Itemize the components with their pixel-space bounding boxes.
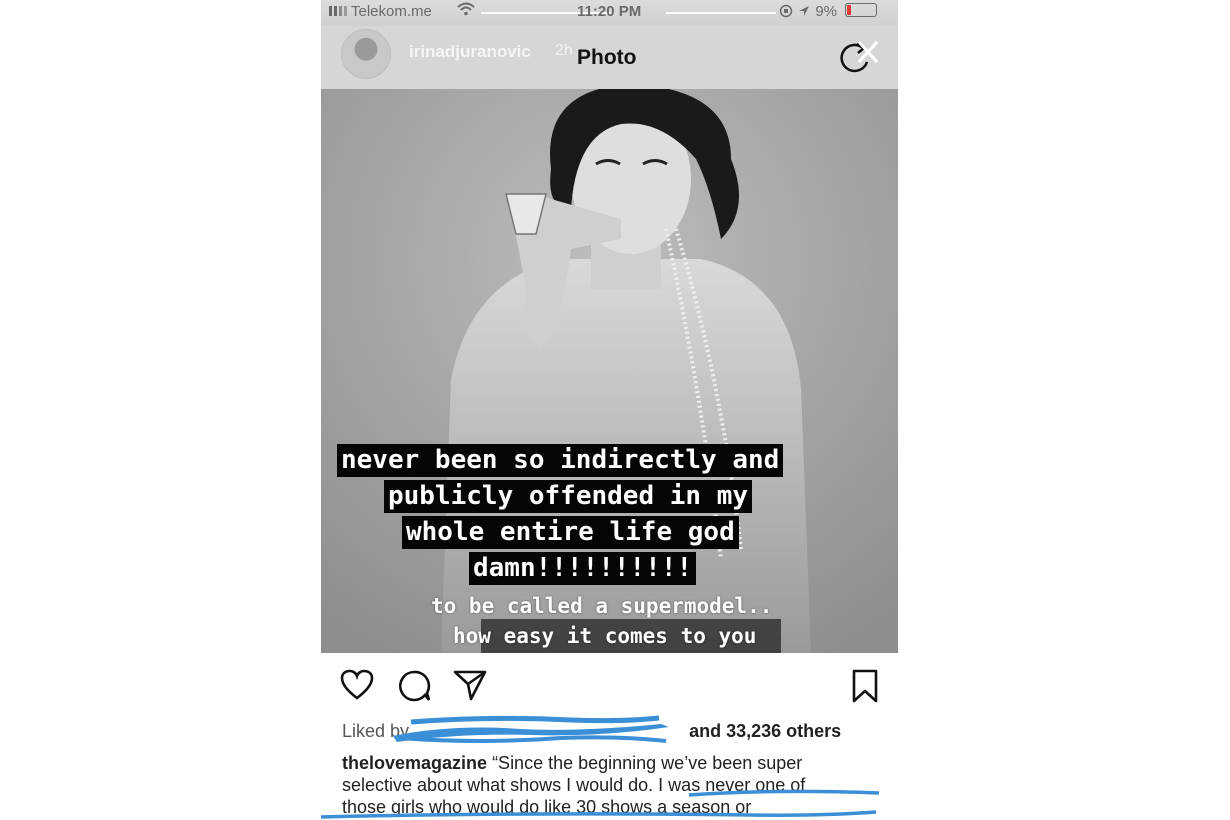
story-username[interactable]: irinadjuranovic [409, 42, 531, 62]
status-time: 11:20 PM [577, 3, 642, 20]
likes-count[interactable]: and 33,236 others [689, 721, 841, 741]
share-icon[interactable] [453, 669, 487, 706]
story-time-ago: 2h [555, 42, 573, 59]
wifi-icon [457, 2, 475, 19]
liked-by-label: Liked by [342, 721, 410, 741]
page-title: Photo [577, 46, 637, 69]
story-progress-bar [666, 12, 776, 14]
story-header: irinadjuranovic 2h Photo [321, 26, 898, 89]
story-text-line: damn!!!!!!!!!! [469, 552, 697, 585]
close-icon[interactable] [857, 40, 879, 64]
story-photo: never been so indirectly and publicly of… [321, 89, 898, 653]
story-text-line: whole entire life god [402, 516, 739, 549]
bookmark-icon[interactable] [851, 669, 879, 708]
story-text-line: never been so indirectly and [337, 444, 784, 477]
phone-screen: Telekom.me 11:20 PM 9% irinadjuranovic 2… [321, 0, 898, 820]
caption-line: those girls who would do like 30 shows a… [342, 797, 752, 817]
avatar[interactable] [341, 29, 391, 79]
battery-icon [845, 3, 878, 17]
comment-icon[interactable] [397, 669, 431, 708]
post-caption: thelovemagazine “Since the beginning we’… [342, 752, 882, 818]
status-right: 9% [779, 3, 878, 20]
carrier: Telekom.me [329, 3, 432, 20]
lock-rotation-icon [779, 3, 797, 20]
story-text-line: to be called a supermodel.. [431, 594, 773, 618]
location-icon [797, 3, 815, 20]
post-action-bar [321, 653, 898, 713]
caption-line: thelovemagazine “Since the beginning we’… [342, 752, 882, 774]
status-bar: Telekom.me 11:20 PM 9% [321, 0, 898, 26]
battery-percent: 9% [815, 3, 838, 20]
signal-icon [329, 6, 349, 16]
caption-username[interactable]: thelovemagazine [342, 753, 487, 773]
caption-line: selective about what shows I would do. I… [342, 775, 806, 795]
header-icons [833, 38, 883, 78]
story-text-overlay: never been so indirectly and publicly of… [321, 89, 898, 653]
carrier-name: Telekom.me [351, 3, 432, 20]
story-text-line: publicly offended in my [384, 480, 753, 513]
heart-icon[interactable] [340, 669, 374, 706]
story-text-line: how easy it comes to you [453, 624, 757, 648]
caption-text: “Since the beginning we’ve been super [492, 753, 803, 773]
likes-line: Liked by and 33,236 others [342, 721, 841, 742]
